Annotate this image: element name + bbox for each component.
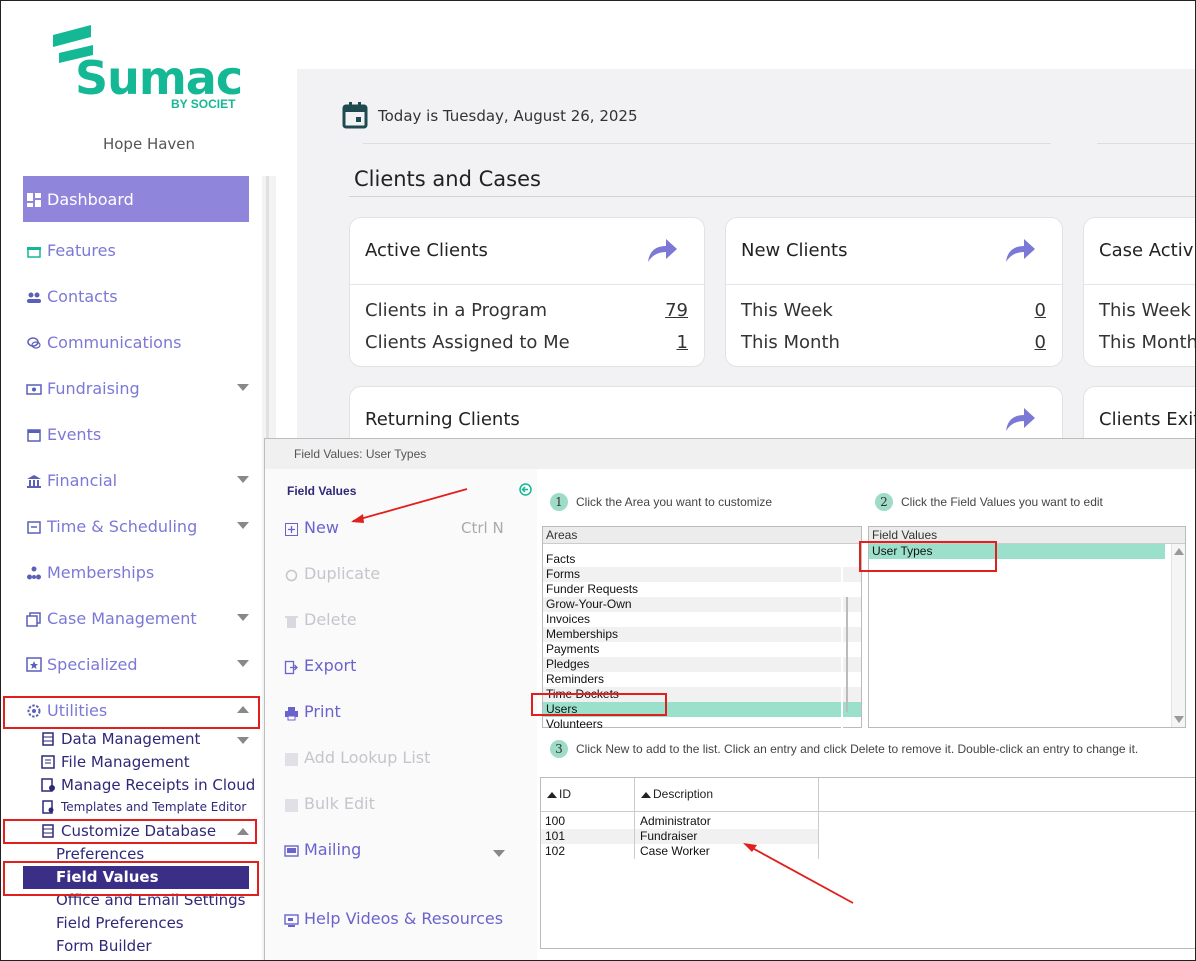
annotation-arrow — [744, 843, 854, 904]
annotation-arrows — [351, 488, 854, 904]
annotation-arrowhead — [743, 843, 757, 852]
annotation-arrowhead — [351, 514, 364, 523]
annotation-arrow — [352, 488, 468, 522]
screenshot-frame: Sumac BY SOCIET Hope Haven Dashboard Fea… — [0, 0, 1196, 961]
